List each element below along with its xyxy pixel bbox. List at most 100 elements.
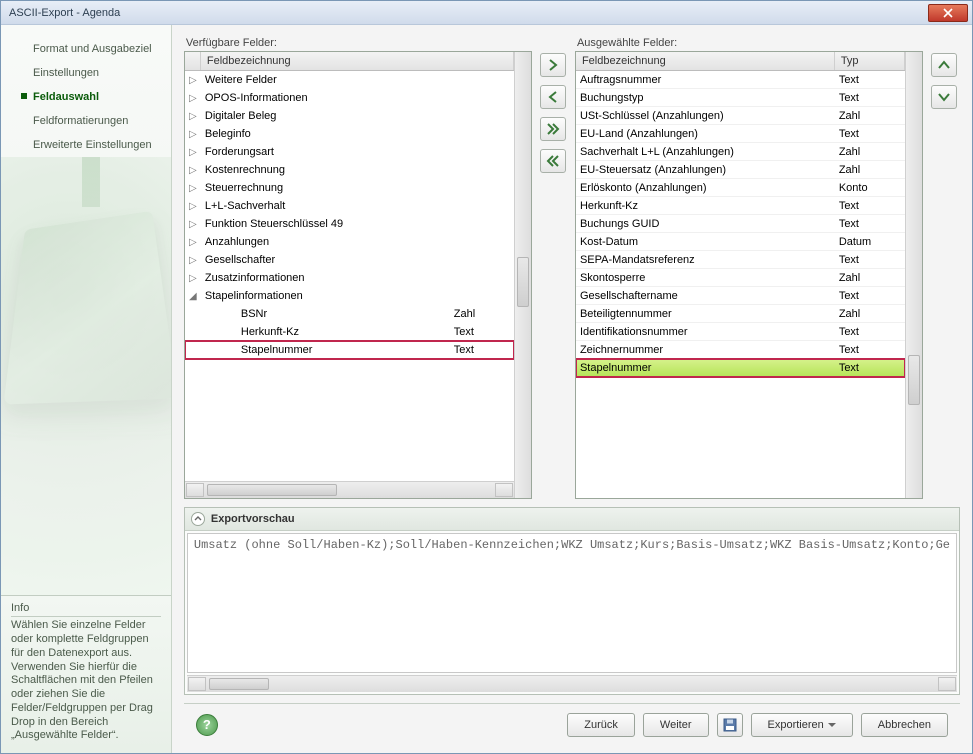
info-text: Wählen Sie einzelne Felder oder komplett… <box>11 619 161 743</box>
selected-field[interactable]: ZeichnernummerText <box>576 341 905 359</box>
move-down-button[interactable] <box>931 85 957 109</box>
selected-vscroll[interactable] <box>905 52 922 498</box>
expand-icon[interactable]: ▷ <box>185 165 201 176</box>
selected-field[interactable]: EU-Steuersatz (Anzahlungen)Zahl <box>576 161 905 179</box>
expand-icon[interactable]: ▷ <box>185 183 201 194</box>
field-label: Kostenrechnung <box>201 164 514 176</box>
field-label: Herkunft-Kz <box>201 326 450 338</box>
selected-field[interactable]: Sachverhalt L+L (Anzahlungen)Zahl <box>576 143 905 161</box>
nav-erweiterte[interactable]: Erweiterte Einstellungen <box>1 133 171 157</box>
nav-feldauswahl[interactable]: Feldauswahl <box>1 85 171 109</box>
selected-field[interactable]: Herkunft-KzText <box>576 197 905 215</box>
expand-icon[interactable]: ▷ <box>185 237 201 248</box>
available-col-name[interactable]: Feldbezeichnung <box>201 52 514 70</box>
available-group[interactable]: ▷Funktion Steuerschlüssel 49 <box>185 215 514 233</box>
available-vscroll[interactable] <box>514 52 531 498</box>
available-group[interactable]: ▷Kostenrechnung <box>185 161 514 179</box>
available-group[interactable]: ▷Beleginfo <box>185 125 514 143</box>
selected-field[interactable]: BeteiligtennummerZahl <box>576 305 905 323</box>
move-up-button[interactable] <box>931 53 957 77</box>
expand-icon[interactable]: ▷ <box>185 201 201 212</box>
save-button[interactable] <box>717 713 743 737</box>
available-group[interactable]: ▷Digitaler Beleg <box>185 107 514 125</box>
field-type: Text <box>835 74 905 86</box>
expand-icon[interactable]: ▷ <box>185 219 201 230</box>
available-group[interactable]: ▷OPOS-Informationen <box>185 89 514 107</box>
selected-header[interactable]: Feldbezeichnung Typ <box>576 52 905 71</box>
add-button[interactable] <box>540 53 566 77</box>
field-label: Auftragsnummer <box>576 74 835 86</box>
close-button[interactable] <box>928 4 968 22</box>
lists: Verfügbare Felder: Feldbezeichnung ▷Weit… <box>184 37 960 499</box>
expand-icon[interactable]: ▷ <box>185 75 201 86</box>
available-group[interactable]: ▷Weitere Felder <box>185 71 514 89</box>
available-group[interactable]: ▷L+L-Sachverhalt <box>185 197 514 215</box>
field-label: Stapelinformationen <box>201 290 514 302</box>
double-chevron-left-icon <box>546 154 560 168</box>
selected-col-name[interactable]: Feldbezeichnung <box>576 52 835 70</box>
content: Format und Ausgabeziel Einstellungen Fel… <box>1 25 972 753</box>
selected-field[interactable]: SkontosperreZahl <box>576 269 905 287</box>
available-field[interactable]: Herkunft-KzText <box>185 323 514 341</box>
field-label: OPOS-Informationen <box>201 92 514 104</box>
field-label: Anzahlungen <box>201 236 514 248</box>
available-hscroll[interactable] <box>185 481 514 498</box>
back-button[interactable]: Zurück <box>567 713 635 737</box>
field-label: Funktion Steuerschlüssel 49 <box>201 218 514 230</box>
window: ASCII-Export - Agenda Format und Ausgabe… <box>0 0 973 754</box>
expand-icon[interactable]: ▷ <box>185 129 201 140</box>
selected-field[interactable]: Buchungs GUIDText <box>576 215 905 233</box>
field-label: Erlöskonto (Anzahlungen) <box>576 182 835 194</box>
preview-text[interactable]: Umsatz (ohne Soll/Haben-Kz);Soll/Haben-K… <box>187 533 957 673</box>
expand-icon[interactable]: ▷ <box>185 273 201 284</box>
selected-field[interactable]: Erlöskonto (Anzahlungen)Konto <box>576 179 905 197</box>
selected-field[interactable]: USt-Schlüssel (Anzahlungen)Zahl <box>576 107 905 125</box>
selected-field[interactable]: AuftragsnummerText <box>576 71 905 89</box>
available-group[interactable]: ▷Anzahlungen <box>185 233 514 251</box>
available-field[interactable]: StapelnummerText <box>185 341 514 359</box>
field-type: Text <box>835 290 905 302</box>
nav-einstellungen[interactable]: Einstellungen <box>1 61 171 85</box>
available-fields: Verfügbare Felder: Feldbezeichnung ▷Weit… <box>184 37 532 499</box>
expand-icon[interactable]: ◢ <box>185 291 201 302</box>
selected-field[interactable]: BuchungstypText <box>576 89 905 107</box>
available-group[interactable]: ▷Zusatzinformationen <box>185 269 514 287</box>
selected-col-type[interactable]: Typ <box>835 52 905 70</box>
available-field[interactable]: BSNrZahl <box>185 305 514 323</box>
expand-icon[interactable]: ▷ <box>185 255 201 266</box>
remove-button[interactable] <box>540 85 566 109</box>
field-label: Stapelnummer <box>576 362 835 374</box>
nav-feldformatierungen[interactable]: Feldformatierungen <box>1 109 171 133</box>
field-type: Text <box>835 254 905 266</box>
remove-all-button[interactable] <box>540 149 566 173</box>
collapse-icon[interactable] <box>191 512 205 526</box>
export-button[interactable]: Exportieren <box>751 713 853 737</box>
available-header[interactable]: Feldbezeichnung <box>185 52 514 71</box>
available-grid[interactable]: Feldbezeichnung ▷Weitere Felder▷OPOS-Inf… <box>184 51 532 499</box>
selected-field[interactable]: GesellschafternameText <box>576 287 905 305</box>
available-group[interactable]: ◢Stapelinformationen <box>185 287 514 305</box>
cancel-button[interactable]: Abbrechen <box>861 713 948 737</box>
help-button[interactable]: ? <box>196 714 218 736</box>
available-group[interactable]: ▷Gesellschafter <box>185 251 514 269</box>
field-type: Text <box>835 326 905 338</box>
expand-icon[interactable]: ▷ <box>185 111 201 122</box>
selected-field[interactable]: SEPA-MandatsreferenzText <box>576 251 905 269</box>
available-group[interactable]: ▷Forderungsart <box>185 143 514 161</box>
add-all-button[interactable] <box>540 117 566 141</box>
field-type: Datum <box>835 236 905 248</box>
selected-field[interactable]: EU-Land (Anzahlungen)Text <box>576 125 905 143</box>
preview-header[interactable]: Exportvorschau <box>185 508 959 531</box>
field-label: Zeichnernummer <box>576 344 835 356</box>
selected-field[interactable]: Kost-DatumDatum <box>576 233 905 251</box>
preview-hscroll[interactable] <box>187 675 957 692</box>
nav-format[interactable]: Format und Ausgabeziel <box>1 37 171 61</box>
next-button[interactable]: Weiter <box>643 713 709 737</box>
selected-field[interactable]: StapelnummerText <box>576 359 905 377</box>
selected-field[interactable]: IdentifikationsnummerText <box>576 323 905 341</box>
export-preview: Exportvorschau Umsatz (ohne Soll/Haben-K… <box>184 507 960 695</box>
expand-icon[interactable]: ▷ <box>185 93 201 104</box>
available-group[interactable]: ▷Steuerrechnung <box>185 179 514 197</box>
expand-icon[interactable]: ▷ <box>185 147 201 158</box>
selected-grid[interactable]: Feldbezeichnung Typ AuftragsnummerTextBu… <box>575 51 923 499</box>
